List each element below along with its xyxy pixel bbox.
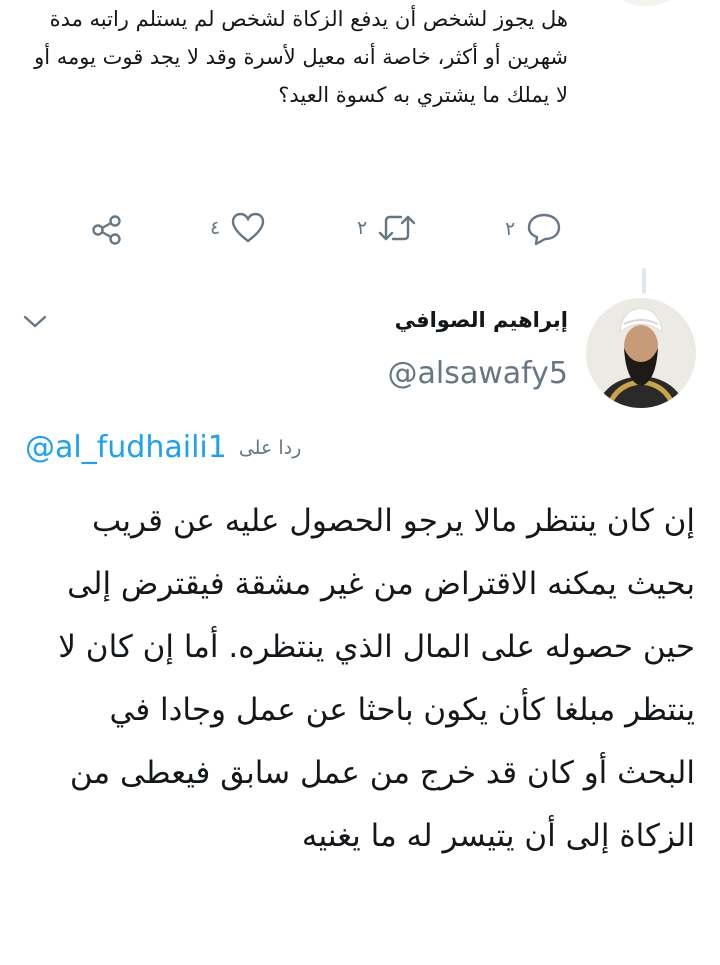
retweet-count: ٢: [357, 217, 368, 239]
replying-to: @al_fudhaili1 ردا على: [25, 430, 345, 465]
like-count: ٤: [210, 217, 221, 239]
retweet-button[interactable]: ٢: [357, 211, 417, 245]
retweet-icon: [379, 215, 416, 241]
tweet-options-button[interactable]: [22, 312, 48, 334]
tweet-action-bar: ٤ ٢ ٢: [0, 205, 720, 257]
reply-tweet-text: إن كان ينتظر مالا يرجو الحصول عليه عن قر…: [58, 503, 695, 854]
comment-icon: [528, 213, 561, 246]
reply-count: ٢: [505, 218, 516, 240]
heart-icon: [232, 212, 265, 243]
replying-to-label: ردا على: [238, 436, 302, 459]
author-name[interactable]: إبراهيم الصوافي: [395, 308, 568, 332]
previous-author-avatar[interactable]: [598, 0, 694, 6]
previous-tweet-text: هل يجوز لشخص أن يدفع الزكاة لشخص لم يستل…: [34, 7, 568, 107]
share-button[interactable]: [90, 213, 124, 247]
author-handle[interactable]: @alsawafy5: [387, 356, 568, 391]
author-avatar[interactable]: [586, 298, 696, 408]
replying-to-mention-link[interactable]: @al_fudhaili1: [25, 430, 227, 465]
reply-button[interactable]: ٢: [505, 211, 563, 247]
thread-connector: [642, 268, 646, 294]
chevron-down-icon: [23, 315, 47, 328]
like-button[interactable]: ٤: [210, 211, 266, 245]
share-icon: [92, 215, 121, 245]
